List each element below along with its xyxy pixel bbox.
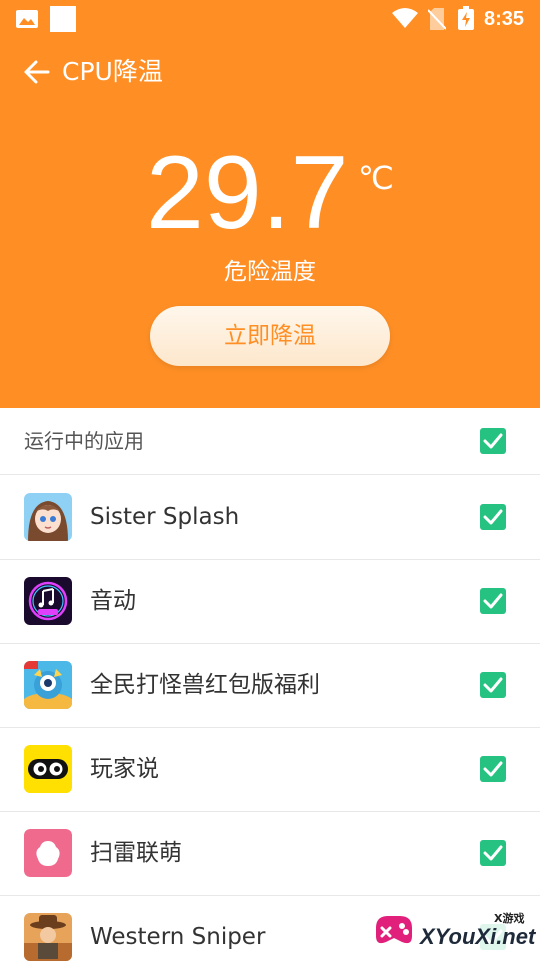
app-checkbox[interactable] xyxy=(480,504,506,530)
checkmark-icon xyxy=(483,677,503,693)
temperature-status: 危险温度 xyxy=(224,259,316,285)
top-panel: 8:35 CPU降温 29.7 ℃ 危险温度 立即降温 xyxy=(0,0,540,408)
app-row[interactable]: Sister Splash xyxy=(0,475,540,560)
checkmark-icon xyxy=(483,433,503,449)
music-note-app-icon xyxy=(24,577,72,625)
anime-girl-app-icon xyxy=(24,493,72,541)
app-checkbox[interactable] xyxy=(480,840,506,866)
no-sim-icon xyxy=(428,8,446,30)
app-checkbox[interactable] xyxy=(480,756,506,782)
checkmark-icon xyxy=(483,761,503,777)
app-name: Western Sniper xyxy=(90,924,266,950)
cool-down-button[interactable]: 立即降温 xyxy=(150,306,390,366)
list-header: 运行中的应用 xyxy=(0,408,540,475)
status-time: 8:35 xyxy=(484,8,525,30)
pink-blob-app-icon xyxy=(24,829,72,877)
checkmark-icon xyxy=(483,509,503,525)
status-bar: 8:35 xyxy=(0,0,540,36)
checkmark-icon xyxy=(483,593,503,609)
app-name: 扫雷联萌 xyxy=(90,840,182,866)
wifi-icon xyxy=(392,8,418,28)
gamepad-logo-icon xyxy=(376,916,412,944)
cowboy-app-icon xyxy=(24,913,72,961)
square-icon xyxy=(50,6,76,32)
monster-game-app-icon xyxy=(24,661,72,709)
temperature-value: 29.7 xyxy=(146,135,349,251)
running-apps-list: 运行中的应用 Sister Splash 音动 全民打怪兽红包版福利 玩家说 扫… xyxy=(0,408,540,961)
app-row[interactable]: 玩家说 xyxy=(0,727,540,812)
list-header-label: 运行中的应用 xyxy=(24,429,144,453)
temperature-display: 29.7 ℃ xyxy=(0,138,540,248)
app-row[interactable]: 全民打怪兽红包版福利 xyxy=(0,643,540,728)
app-name: 音动 xyxy=(90,588,136,614)
battery-charging-icon xyxy=(458,6,474,30)
app-name: 全民打怪兽红包版福利 xyxy=(90,672,320,698)
checkmark-icon xyxy=(483,845,503,861)
app-checkbox[interactable] xyxy=(480,588,506,614)
watermark-text: XYouXi.net xyxy=(420,924,536,949)
watermark: X游戏 XYouXi.net xyxy=(360,900,540,960)
app-name: Sister Splash xyxy=(90,504,240,530)
gallery-icon xyxy=(16,10,38,28)
page-title: CPU降温 xyxy=(62,57,163,86)
eyes-app-icon xyxy=(24,745,72,793)
select-all-checkbox[interactable] xyxy=(480,428,506,454)
app-name: 玩家说 xyxy=(90,756,159,782)
arrow-left-icon[interactable] xyxy=(22,58,50,86)
app-row[interactable]: 扫雷联萌 xyxy=(0,811,540,896)
app-checkbox[interactable] xyxy=(480,672,506,698)
temperature-unit: ℃ xyxy=(358,159,394,197)
app-row[interactable]: 音动 xyxy=(0,559,540,644)
